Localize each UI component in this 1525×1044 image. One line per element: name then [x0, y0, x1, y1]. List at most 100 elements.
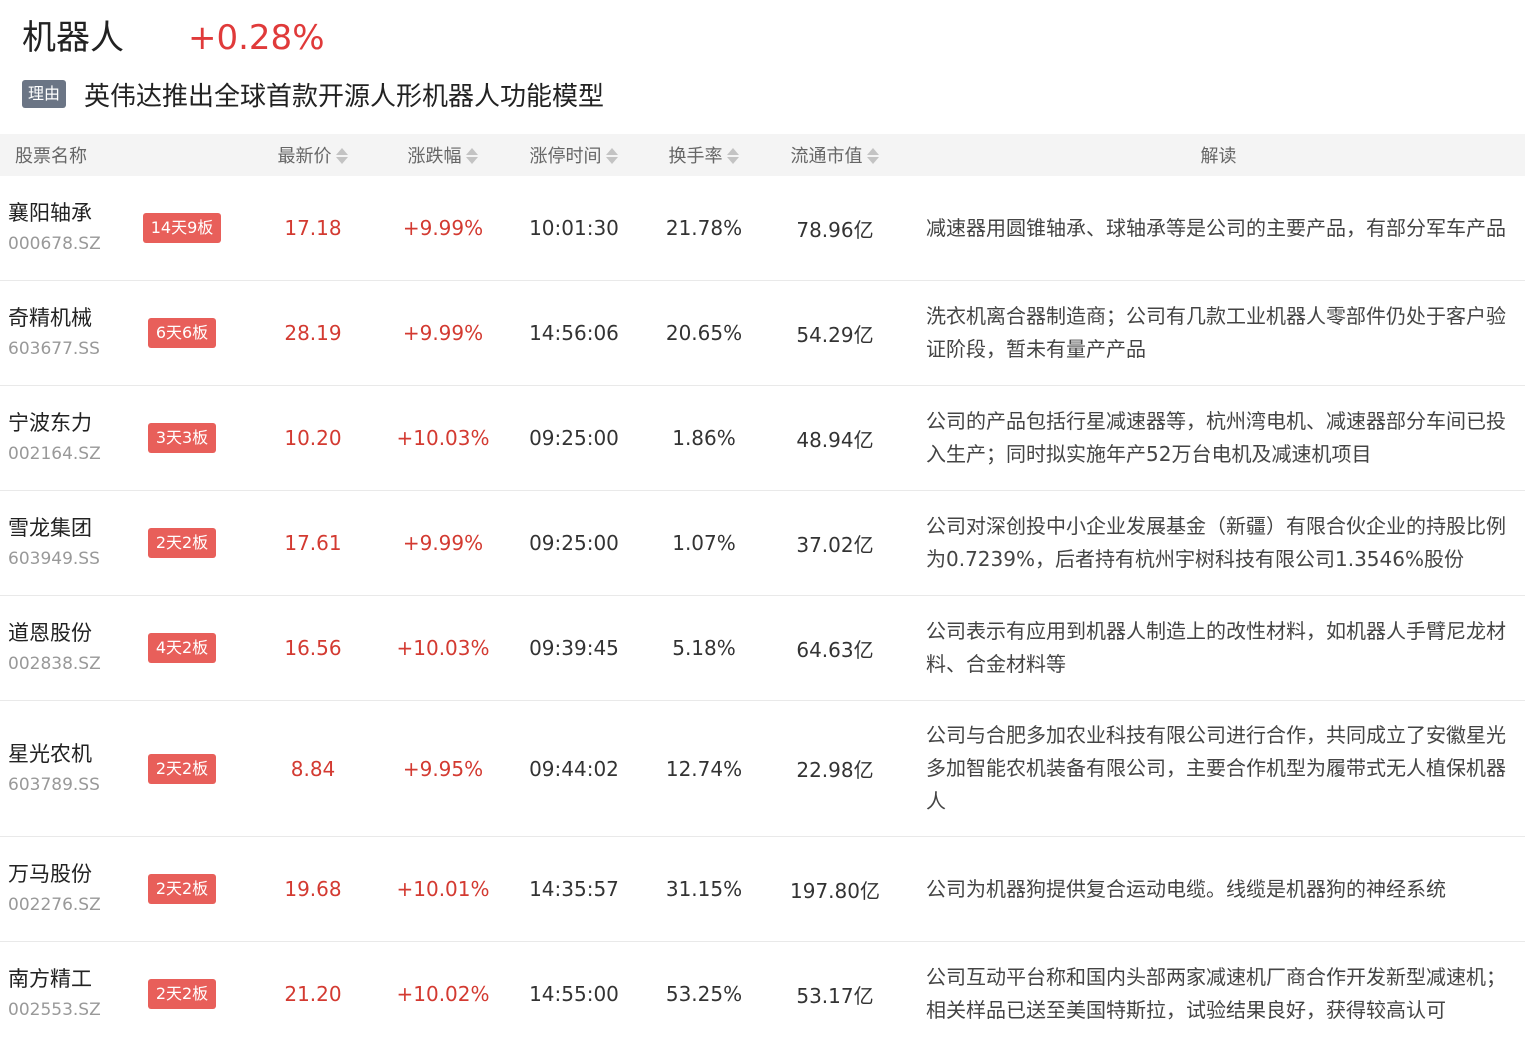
stock-code: 000678.SZ: [8, 234, 101, 254]
change-cell: +10.01%: [388, 836, 498, 942]
stock-sector-page: 机器人 +0.28% 理由 英伟达推出全球首款开源人形机器人功能模型 股票名称 …: [0, 0, 1525, 1044]
reason-row: 理由 英伟达推出全球首款开源人形机器人功能模型: [22, 76, 604, 112]
change-cell: +9.99%: [388, 490, 498, 596]
stock-name[interactable]: 道恩股份: [8, 617, 126, 649]
stock-name-cell: 襄阳轴承 000678.SZ: [0, 176, 126, 281]
interpretation-cell: 公司表示有应用到机器人制造上的改性材料，如机器人手臂尼龙材料、合金材料等: [912, 595, 1525, 701]
turnover-cell: 12.74%: [650, 700, 758, 837]
interpretation-text: 公司表示有应用到机器人制造上的改性材料，如机器人手臂尼龙材料、合金材料等: [926, 619, 1506, 676]
sort-icon[interactable]: [605, 146, 619, 166]
board-badge: 4天2板: [147, 633, 217, 663]
stock-code: 002164.SZ: [8, 444, 101, 464]
interpretation-cell: 公司为机器狗提供复合运动电缆。线缆是机器狗的神经系统: [912, 836, 1525, 942]
stock-table: 股票名称 最新价 涨跌幅 涨停时间 换手率 流通市值 解读 襄阳轴承 00067…: [0, 134, 1525, 1044]
table-row[interactable]: 雪龙集团 603949.SS 2天2板 17.61 +9.99% 09:25:0…: [0, 490, 1525, 596]
price-cell: 28.19: [238, 280, 388, 386]
stock-name[interactable]: 南方精工: [8, 963, 126, 995]
stock-code: 603949.SS: [8, 549, 100, 569]
board-cell: 2天2板: [126, 836, 238, 942]
turnover-cell: 5.18%: [650, 595, 758, 701]
table-row[interactable]: 襄阳轴承 000678.SZ 14天9板 17.18 +9.99% 10:01:…: [0, 176, 1525, 281]
price-cell: 17.18: [238, 176, 388, 281]
col-header-name: 股票名称: [0, 134, 238, 176]
interpretation-cell: 洗衣机离合器制造商；公司有几款工业机器人零部件仍处于客户验证阶段，暂未有量产产品: [912, 280, 1525, 386]
price-cell: 21.20: [284, 982, 342, 1006]
stock-name-cell: 星光农机 603789.SS: [0, 700, 126, 837]
price-cell: 16.56: [238, 595, 388, 701]
stock-name-cell: 道恩股份 002838.SZ: [0, 595, 126, 701]
board-badge: 6天6板: [147, 318, 217, 348]
col-header-market-cap[interactable]: 流通市值: [758, 134, 912, 176]
board-cell: 2天2板: [126, 700, 238, 837]
market-cap-cell: 53.17亿: [796, 983, 874, 1008]
interpretation-text: 公司的产品包括行星减速器等，杭州湾电机、减速器部分车间已投入生产；同时拟实施年产…: [926, 409, 1506, 466]
limit-time-cell: 09:39:45: [498, 595, 650, 701]
interpretation-text: 公司为机器狗提供复合运动电缆。线缆是机器狗的神经系统: [926, 876, 1446, 901]
sector-change: +0.28%: [188, 18, 325, 58]
table-row[interactable]: 奇精机械 603677.SS 6天6板 28.19 +9.99% 14:56:0…: [0, 280, 1525, 386]
stock-name[interactable]: 宁波东力: [8, 407, 126, 439]
reason-badge: 理由: [22, 80, 67, 108]
table-row[interactable]: 星光农机 603789.SS 2天2板 8.84 +9.95% 09:44:02…: [0, 700, 1525, 837]
interpretation-text: 洗衣机离合器制造商；公司有几款工业机器人零部件仍处于客户验证阶段，暂未有量产产品: [926, 304, 1506, 361]
stock-name[interactable]: 雪龙集团: [8, 512, 126, 544]
turnover-cell: 21.78%: [650, 176, 758, 281]
interpretation-cell: 减速器用圆锥轴承、球轴承等是公司的主要产品，有部分军车产品: [912, 176, 1525, 281]
price-cell: 19.68: [238, 836, 388, 942]
stock-name-cell: 万马股份 002276.SZ: [0, 836, 126, 942]
change-cell: +10.02%: [396, 982, 490, 1006]
board-badge: 2天2板: [147, 874, 217, 904]
stock-code: 002838.SZ: [8, 654, 101, 674]
table-row[interactable]: 宁波东力 002164.SZ 3天3板 10.20 +10.03% 09:25:…: [0, 385, 1525, 491]
board-cell: 3天3板: [126, 385, 238, 491]
limit-time-cell: 09:44:02: [498, 700, 650, 837]
col-header-price[interactable]: 最新价: [238, 134, 388, 176]
change-cell: +9.95%: [388, 700, 498, 837]
sort-icon[interactable]: [335, 146, 349, 166]
sort-icon[interactable]: [866, 146, 880, 166]
sort-icon[interactable]: [465, 146, 479, 166]
stock-name[interactable]: 奇精机械: [8, 302, 126, 334]
stock-name-cell: 雪龙集团 603949.SS: [0, 490, 126, 596]
stock-code: 002553.SZ: [8, 1000, 101, 1020]
stock-code: 603789.SS: [8, 774, 100, 795]
sort-icon[interactable]: [726, 146, 740, 166]
limit-time-cell: 10:01:30: [498, 176, 650, 281]
interpretation-text: 减速器用圆锥轴承、球轴承等是公司的主要产品，有部分军车产品: [926, 215, 1506, 240]
interpretation-cell: 公司与合肥多加农业科技有限公司进行合作，共同成立了安徽星光多加智能农机装备有限公…: [912, 700, 1525, 837]
board-badge: 2天2板: [147, 528, 217, 558]
board-cell: 4天2板: [126, 595, 238, 701]
market-cap-cell: 64.63亿: [758, 595, 912, 701]
table-row[interactable]: 南方精工 002553.SZ 2天2板 21.20 +10.02% 14:55:…: [0, 942, 1525, 1044]
change-cell: +10.03%: [388, 595, 498, 701]
stock-name[interactable]: 星光农机: [8, 738, 126, 770]
market-cap-cell: 22.98亿: [758, 700, 912, 837]
market-cap-cell: 37.02亿: [758, 490, 912, 596]
col-header-turnover[interactable]: 换手率: [650, 134, 758, 176]
interpretation-cell: 公司对深创投中小企业发展基金（新疆）有限合伙企业的持股比例为0.7239%，后者…: [912, 490, 1525, 596]
col-header-limit-time[interactable]: 涨停时间: [498, 134, 650, 176]
interpretation-cell: 公司互动平台称和国内头部两家减速机厂商合作开发新型减速机；相关样品已送至美国特斯…: [912, 942, 1525, 1044]
turnover-cell: 20.65%: [650, 280, 758, 386]
stock-name-cell: 宁波东力 002164.SZ: [0, 385, 126, 491]
stock-name[interactable]: 万马股份: [8, 858, 126, 890]
board-badge: 2天2板: [147, 753, 217, 784]
limit-time-cell: 14:35:57: [498, 836, 650, 942]
table-header-row: 股票名称 最新价 涨跌幅 涨停时间 换手率 流通市值 解读: [0, 134, 1525, 176]
board-badge: 2天2板: [147, 979, 217, 1009]
stock-name[interactable]: 襄阳轴承: [8, 197, 126, 229]
table-row[interactable]: 万马股份 002276.SZ 2天2板 19.68 +10.01% 14:35:…: [0, 836, 1525, 942]
price-cell: 8.84: [238, 700, 388, 837]
board-badge: 3天3板: [147, 423, 217, 453]
market-cap-cell: 54.29亿: [758, 280, 912, 386]
col-header-change[interactable]: 涨跌幅: [388, 134, 498, 176]
limit-time-cell: 14:56:06: [498, 280, 650, 386]
price-cell: 10.20: [238, 385, 388, 491]
table-row[interactable]: 道恩股份 002838.SZ 4天2板 16.56 +10.03% 09:39:…: [0, 595, 1525, 701]
board-cell: 14天9板: [126, 176, 238, 281]
change-cell: +9.99%: [388, 280, 498, 386]
sector-title: 机器人: [22, 18, 124, 58]
stock-code: 603677.SS: [8, 339, 100, 359]
turnover-cell: 1.07%: [650, 490, 758, 596]
change-cell: +10.03%: [388, 385, 498, 491]
